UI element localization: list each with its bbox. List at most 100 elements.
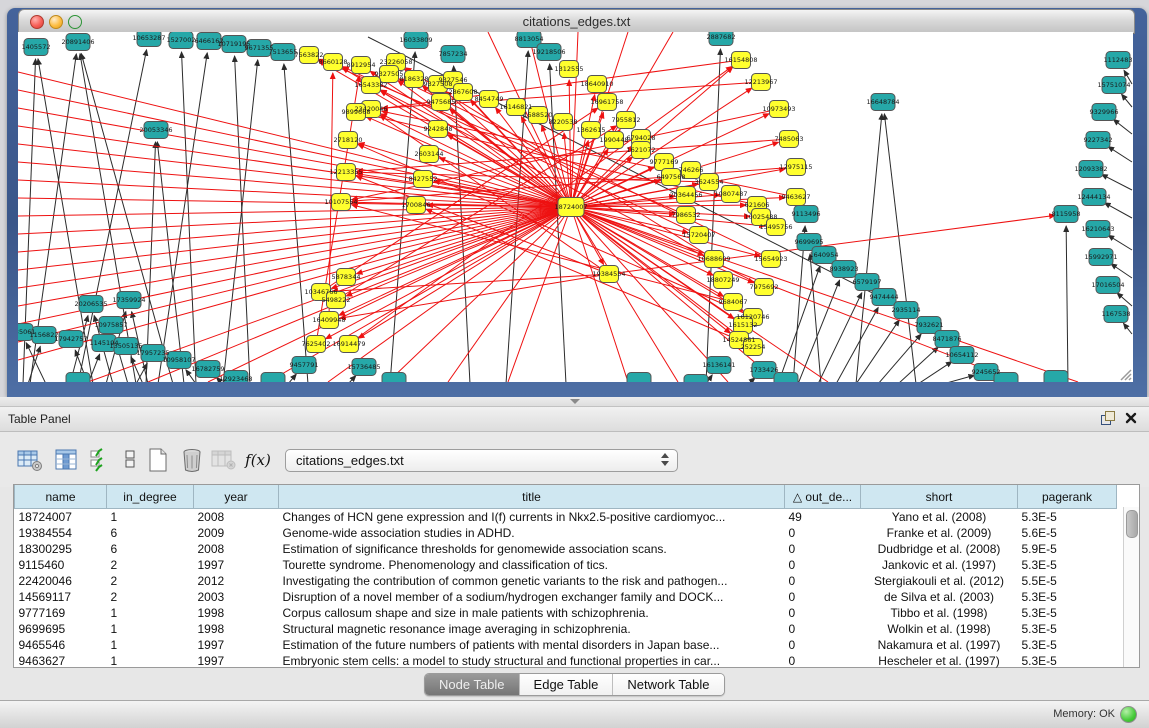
table-cell[interactable]: 0 [785, 557, 861, 573]
table-cell[interactable]: Dudbridge et al. (2008) [861, 541, 1018, 557]
table-cell[interactable]: 1997 [194, 557, 279, 573]
table-cell[interactable]: Tibbo et al. (1998) [861, 605, 1018, 621]
table-cell[interactable]: Investigating the contribution of common… [279, 573, 785, 589]
table-cell[interactable]: 2 [107, 557, 194, 573]
column-header-pagerank[interactable]: pagerank [1018, 485, 1117, 509]
table-cell[interactable]: 2003 [194, 589, 279, 605]
table-cell[interactable]: 14569117 [15, 589, 107, 605]
table-cell[interactable]: 0 [785, 589, 861, 605]
graph-node[interactable] [1044, 371, 1068, 383]
table-cell[interactable]: 0 [785, 525, 861, 541]
table-cell[interactable]: 0 [785, 637, 861, 653]
table-cell[interactable]: Hescheler et al. (1997) [861, 653, 1018, 669]
column-header-year[interactable]: year [194, 485, 279, 509]
table-cell[interactable]: Embryonic stem cells: a model to study s… [279, 653, 785, 669]
function-builder-icon[interactable]: f(x) [244, 446, 272, 474]
graph-node[interactable] [684, 375, 708, 383]
graph-node[interactable] [66, 373, 90, 383]
table-cell[interactable]: Structural magnetic resonance image aver… [279, 621, 785, 637]
table-cell[interactable]: 5.3E-5 [1018, 605, 1117, 621]
graph-node[interactable] [261, 373, 285, 383]
clear-table-icon[interactable] [210, 446, 238, 474]
rows-icon[interactable] [116, 446, 144, 474]
table-cell[interactable]: 9777169 [15, 605, 107, 621]
tab-node-table[interactable]: Node Table [425, 674, 520, 695]
tab-edge-table[interactable]: Edge Table [520, 674, 614, 695]
table-cell[interactable]: Corpus callosum shape and size in male p… [279, 605, 785, 621]
table-row[interactable]: 1830029562008Estimation of significance … [15, 541, 1127, 557]
table-row[interactable]: 946362711997Embryonic stem cells: a mode… [15, 653, 1127, 669]
table-cell[interactable]: 18724007 [15, 509, 107, 526]
table-cell[interactable]: Estimation of significance thresholds fo… [279, 541, 785, 557]
network-view-window[interactable]: citations_edges.txt 18724007756382286601… [7, 8, 1147, 397]
table-cell[interactable]: 0 [785, 653, 861, 669]
column-header-name[interactable]: name [15, 485, 107, 509]
citation-network-graph[interactable]: 1872400775638228660128891295423226058932… [18, 32, 1133, 382]
table-cell[interactable]: 5.6E-5 [1018, 525, 1117, 541]
table-cell[interactable]: 5.5E-5 [1018, 573, 1117, 589]
table-row[interactable]: 1872400712008Changes of HCN gene express… [15, 509, 1127, 526]
table-cell[interactable]: 2 [107, 589, 194, 605]
table-cell[interactable]: 1 [107, 653, 194, 669]
table-cell[interactable]: 0 [785, 541, 861, 557]
graph-node[interactable] [627, 373, 651, 383]
table-cell[interactable]: Yano et al. (2008) [861, 509, 1018, 526]
column-header-short[interactable]: short [861, 485, 1018, 509]
table-cell[interactable]: Disruption of a novel member of a sodium… [279, 589, 785, 605]
table-cell[interactable]: Jankovic et al. (1997) [861, 557, 1018, 573]
table-cell[interactable]: 1997 [194, 637, 279, 653]
table-cell[interactable]: 1 [107, 605, 194, 621]
table-cell[interactable]: 2009 [194, 525, 279, 541]
table-cell[interactable]: 2008 [194, 541, 279, 557]
table-cell[interactable]: 9699695 [15, 621, 107, 637]
trash-icon[interactable] [178, 446, 206, 474]
table-header-row[interactable]: namein_degreeyeartitle△ out_de...shortpa… [15, 485, 1127, 509]
new-table-icon[interactable] [144, 446, 172, 474]
table-cell[interactable]: 1998 [194, 621, 279, 637]
table-row[interactable]: 911546021997Tourette syndrome. Phenomeno… [15, 557, 1127, 573]
table-cell[interactable]: 49 [785, 509, 861, 526]
table-cell[interactable]: 0 [785, 573, 861, 589]
table-cell[interactable]: 5.3E-5 [1018, 637, 1117, 653]
table-cell[interactable]: Genome-wide association studies in ADHD. [279, 525, 785, 541]
table-cell[interactable]: 9115460 [15, 557, 107, 573]
table-scrollbar[interactable] [1123, 507, 1139, 667]
table-cell[interactable]: 5.3E-5 [1018, 557, 1117, 573]
table-cell[interactable]: 9463627 [15, 653, 107, 669]
table-cell[interactable]: Changes of HCN gene expression and I(f) … [279, 509, 785, 526]
table-cell[interactable]: 2012 [194, 573, 279, 589]
table-cell[interactable]: Estimation of the future numbers of pati… [279, 637, 785, 653]
select-all-icon[interactable] [86, 446, 114, 474]
table-cell[interactable]: 6 [107, 525, 194, 541]
table-cell[interactable]: 5.3E-5 [1018, 653, 1117, 669]
table-cell[interactable]: 5.3E-5 [1018, 621, 1117, 637]
table-cell[interactable]: Tourette syndrome. Phenomenology and cla… [279, 557, 785, 573]
table-cell[interactable]: 2008 [194, 509, 279, 526]
table-cell[interactable]: 1 [107, 637, 194, 653]
table-selector-dropdown[interactable]: citations_edges.txt [285, 449, 678, 472]
tab-network-table[interactable]: Network Table [613, 674, 723, 695]
table-cell[interactable]: 1997 [194, 653, 279, 669]
table-cell[interactable]: Stergiakouli et al. (2012) [861, 573, 1018, 589]
table-cell[interactable]: 1998 [194, 605, 279, 621]
table-row[interactable]: 969969511998Structural magnetic resonanc… [15, 621, 1127, 637]
table-row[interactable]: 977716911998Corpus callosum shape and si… [15, 605, 1127, 621]
column-header-in_degree[interactable]: in_degree [107, 485, 194, 509]
table-cell[interactable]: 0 [785, 605, 861, 621]
show-columns-icon[interactable] [52, 446, 80, 474]
table-row[interactable]: 1938455462009Genome-wide association stu… [15, 525, 1127, 541]
splitter-collapse-icon[interactable] [570, 399, 580, 404]
panel-splitter[interactable] [0, 397, 1149, 407]
table-cell[interactable]: 6 [107, 541, 194, 557]
float-panel-icon[interactable] [1101, 411, 1115, 425]
table-scrollbar-thumb[interactable] [1126, 510, 1138, 538]
table-cell[interactable]: 18300295 [15, 541, 107, 557]
table-cell[interactable]: 0 [785, 621, 861, 637]
table-cell[interactable]: 2 [107, 573, 194, 589]
network-window-titlebar[interactable]: citations_edges.txt [18, 9, 1135, 34]
table-cell[interactable]: 5.9E-5 [1018, 541, 1117, 557]
table-cell[interactable]: 19384554 [15, 525, 107, 541]
table-cell[interactable]: Nakamura et al. (1997) [861, 637, 1018, 653]
table-cell[interactable]: 5.3E-5 [1018, 589, 1117, 605]
close-panel-icon[interactable] [1125, 412, 1137, 424]
